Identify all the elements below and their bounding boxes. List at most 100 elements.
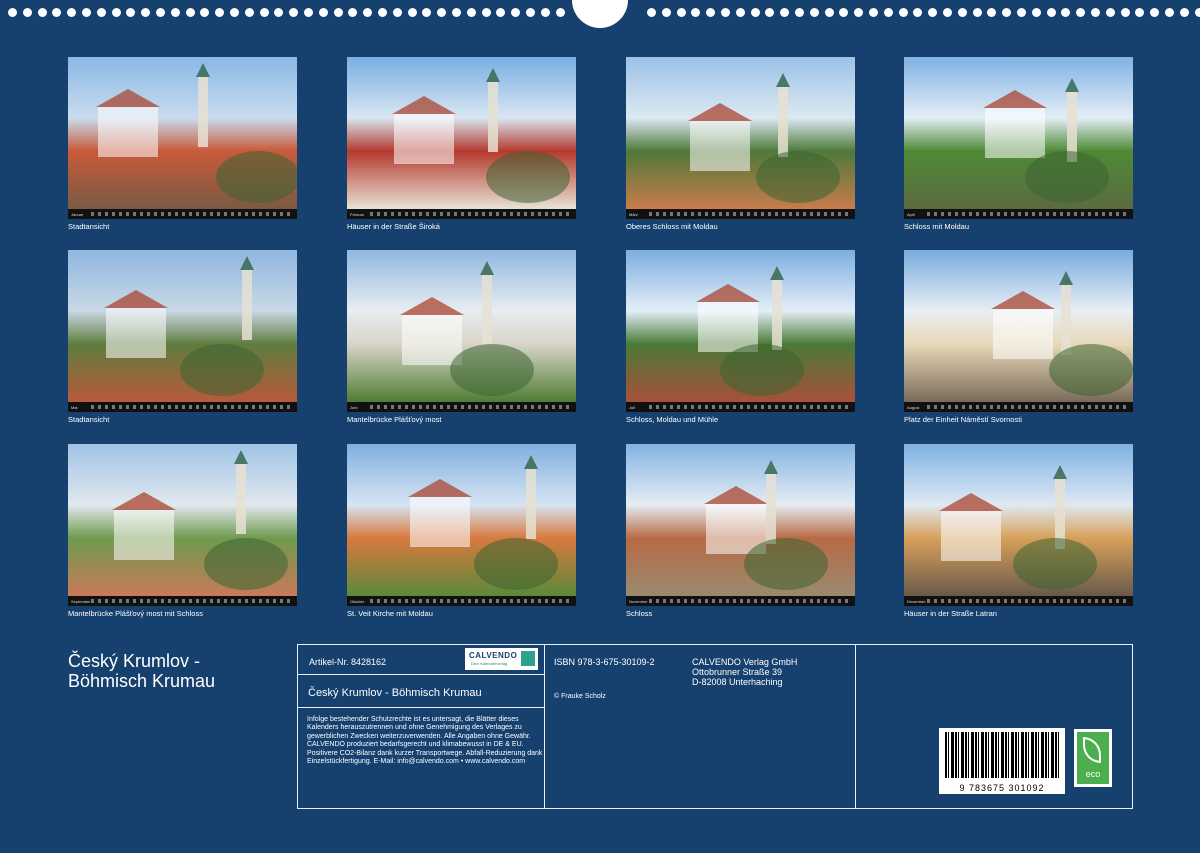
copyright: © Frauke Scholz xyxy=(554,693,606,700)
calendar-strip: Mai xyxy=(68,402,297,412)
month-caption: Stadtansicht xyxy=(68,415,110,424)
divider xyxy=(298,674,544,675)
month-thumbnail: Oktober St. Veit Kirche mit Moldau xyxy=(347,444,576,618)
binding-hole xyxy=(186,8,195,17)
binding-hole xyxy=(1002,8,1011,17)
binding-hole xyxy=(1091,8,1100,17)
binding-hole xyxy=(334,8,343,17)
binding-hole xyxy=(260,8,269,17)
calendar-strip: Juni xyxy=(347,402,576,412)
month-caption: Schloss xyxy=(626,609,653,618)
binding-hole xyxy=(647,8,656,17)
day-grid xyxy=(91,405,293,409)
binding-hole xyxy=(973,8,982,17)
calendar-strip: September xyxy=(68,596,297,606)
day-grid xyxy=(649,599,851,603)
day-grid xyxy=(927,405,1129,409)
binding-hole xyxy=(156,8,165,17)
binding-hole xyxy=(913,8,922,17)
binding-hole xyxy=(467,8,476,17)
binding-hole xyxy=(751,8,760,17)
binding-hole xyxy=(854,8,863,17)
binding-hole xyxy=(1150,8,1159,17)
binding-hole xyxy=(126,8,135,17)
binding-hole xyxy=(393,8,402,17)
month-caption: Häuser in der Straße Latran xyxy=(904,609,997,618)
binding-hole xyxy=(215,8,224,17)
logo-mark-icon xyxy=(521,651,535,666)
month-label: November xyxy=(629,598,648,604)
month-thumbnail: Dezember Häuser in der Straße Latran xyxy=(904,444,1133,618)
binding-hole xyxy=(23,8,32,17)
day-grid xyxy=(649,212,851,216)
hanger-notch xyxy=(572,0,628,28)
calendar-title-line1: Český Krumlov - xyxy=(68,651,201,671)
month-label: März xyxy=(629,211,638,217)
month-label: Februar xyxy=(350,211,365,217)
barcode: 9 783675 301092 xyxy=(939,728,1065,794)
binding-hole xyxy=(141,8,150,17)
calendar-strip: Oktober xyxy=(347,596,576,606)
binding-hole xyxy=(839,8,848,17)
month-caption: Schloss, Moldau und Mühle xyxy=(626,415,719,424)
binding-hole xyxy=(662,8,671,17)
binding-hole xyxy=(67,8,76,17)
eco-badge: eco xyxy=(1074,729,1112,787)
binding-hole xyxy=(1061,8,1070,17)
barcode-number: 9 783675 301092 xyxy=(959,783,1045,793)
binding-hole xyxy=(1076,8,1085,17)
binding-hole xyxy=(8,8,17,17)
month-thumbnail: Januar Stadtansicht xyxy=(68,57,297,231)
binding-hole xyxy=(1195,8,1200,17)
binding-hole xyxy=(304,8,313,17)
binding-hole xyxy=(1135,8,1144,17)
month-label: Juli xyxy=(629,404,636,410)
month-label: Dezember xyxy=(907,598,926,604)
binding-hole xyxy=(319,8,328,17)
day-grid xyxy=(370,405,572,409)
day-grid xyxy=(927,212,1129,216)
binding-hole xyxy=(1017,8,1026,17)
day-grid xyxy=(927,599,1129,603)
calendar-strip: März xyxy=(626,209,855,219)
legal-notice: Infolge bestehender Schutzrechte ist es … xyxy=(307,716,543,766)
binding-hole xyxy=(943,8,952,17)
month-caption: Mantelbrücke Plášťový most mit Schloss xyxy=(68,609,203,618)
product-title: Český Krumlov - Böhmisch Krumau xyxy=(308,687,482,699)
binding-hole xyxy=(1121,8,1130,17)
binding-hole xyxy=(765,8,774,17)
calendar-strip: Januar xyxy=(68,209,297,219)
month-label: August xyxy=(907,404,920,410)
month-photo xyxy=(904,444,1133,596)
binding-hole xyxy=(348,8,357,17)
publisher-city: D-82008 Unterhaching xyxy=(692,677,783,687)
month-thumbnail: Juni Mantelbrücke Plášťový most xyxy=(347,250,576,424)
publisher-name: CALVENDO Verlag GmbH xyxy=(692,657,798,667)
month-photo xyxy=(626,444,855,596)
calendar-strip: Juli xyxy=(626,402,855,412)
binding-hole xyxy=(97,8,106,17)
spiral-binding xyxy=(0,0,1200,30)
month-photo xyxy=(347,444,576,596)
binding-hole xyxy=(1047,8,1056,17)
binding-hole xyxy=(810,8,819,17)
calendar-strip: Februar xyxy=(347,209,576,219)
month-caption: St. Veit Kirche mit Moldau xyxy=(347,609,433,618)
binding-hole xyxy=(1165,8,1174,17)
calendar-strip: Dezember xyxy=(904,596,1133,606)
binding-hole xyxy=(230,8,239,17)
product-info-box: Artikel-Nr. 8428162 CALVENDO Dein Kalend… xyxy=(297,644,1133,809)
binding-hole xyxy=(52,8,61,17)
binding-hole xyxy=(899,8,908,17)
calvendo-logo: CALVENDO Dein Kalenderverlag xyxy=(465,648,538,670)
binding-hole xyxy=(437,8,446,17)
binding-hole xyxy=(289,8,298,17)
day-grid xyxy=(91,212,293,216)
binding-hole xyxy=(869,8,878,17)
binding-hole xyxy=(274,8,283,17)
logo-text: CALVENDO xyxy=(469,651,518,660)
binding-hole xyxy=(408,8,417,17)
logo-subtitle: Dein Kalenderverlag xyxy=(471,661,508,666)
binding-hole xyxy=(825,8,834,17)
binding-hole xyxy=(511,8,520,17)
